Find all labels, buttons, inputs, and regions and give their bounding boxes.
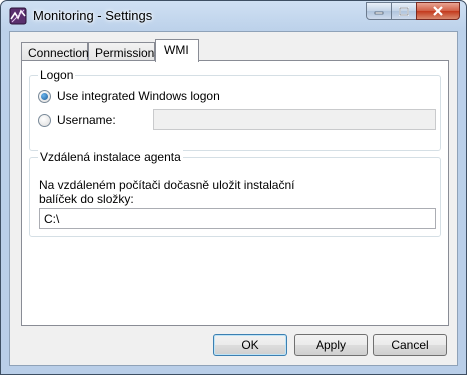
minimize-icon — [374, 11, 384, 15]
tab-permissions[interactable]: Permissions — [88, 42, 160, 62]
close-button[interactable] — [416, 2, 460, 20]
integrated-logon-label[interactable]: Use integrated Windows logon — [57, 89, 220, 103]
close-icon — [433, 6, 443, 16]
tab-connection[interactable]: Connection — [21, 42, 89, 62]
window-title: Monitoring - Settings — [33, 8, 153, 23]
title-bar[interactable]: Monitoring - Settings — [1, 1, 466, 31]
monitoring-app-icon — [9, 7, 27, 25]
wmi-tab-panel: Logon Use integrated Windows logon Usern… — [21, 60, 449, 326]
cancel-button[interactable]: Cancel — [373, 334, 447, 356]
username-label[interactable]: Username: — [57, 113, 116, 127]
username-radio[interactable] — [38, 114, 51, 127]
dialog-client-area: Connection Permissions WMI Logon Use int… — [9, 31, 458, 366]
logon-group: Logon Use integrated Windows logon Usern… — [29, 68, 441, 151]
agent-description-line1: Na vzdáleném počítači dočasně uložit ins… — [39, 178, 295, 192]
integrated-logon-radio[interactable] — [38, 90, 51, 103]
agent-description-line2: balíček do složky: — [39, 192, 134, 206]
tab-wmi[interactable]: WMI — [155, 39, 199, 62]
settings-window: Monitoring - Settings Connection Permiss… — [0, 0, 467, 375]
agent-install-legend: Vzdálená instalace agenta — [38, 150, 183, 164]
username-input[interactable] — [153, 109, 436, 130]
logon-legend: Logon — [38, 68, 76, 82]
folder-path-input[interactable]: C:\ — [39, 208, 436, 229]
radio-selected-dot — [41, 93, 48, 100]
maximize-button[interactable] — [391, 2, 417, 20]
minimize-button[interactable] — [366, 2, 392, 20]
apply-button[interactable]: Apply — [294, 334, 368, 356]
agent-install-group: Vzdálená instalace agenta Na vzdáleném p… — [29, 150, 441, 237]
ok-button[interactable]: OK — [213, 334, 287, 356]
maximize-icon — [399, 6, 409, 16]
